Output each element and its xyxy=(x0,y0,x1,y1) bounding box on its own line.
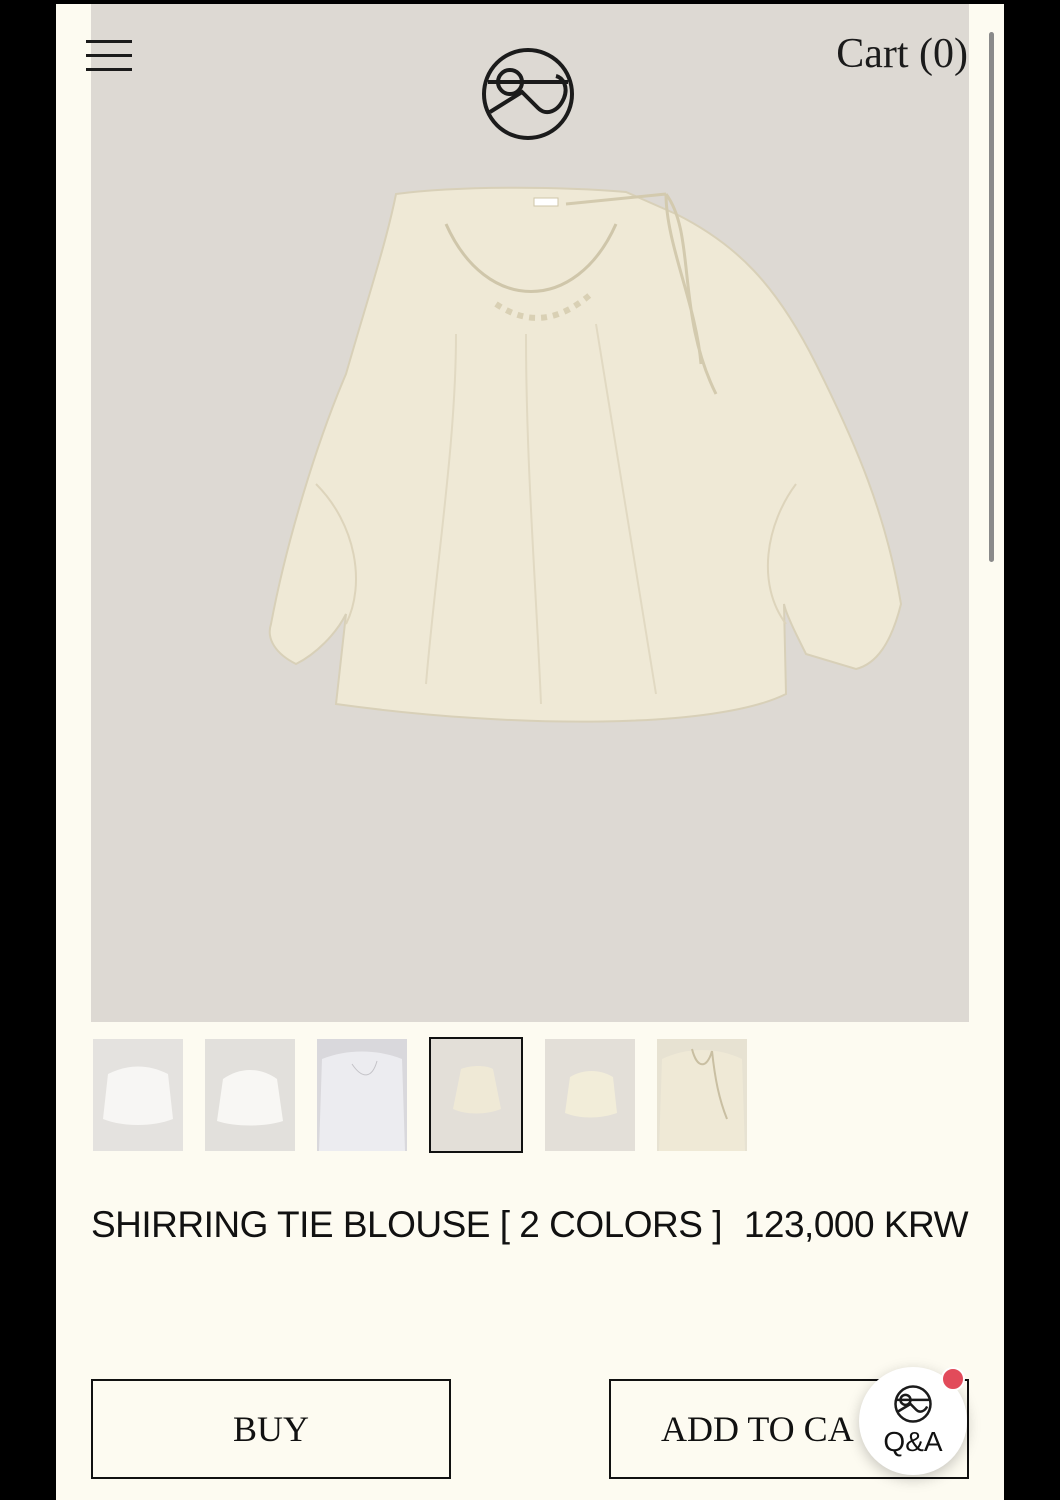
hamburger-menu-icon[interactable] xyxy=(86,38,132,74)
product-name: SHIRRING TIE BLOUSE [ 2 COLORS ] xyxy=(91,1204,722,1245)
cart-link[interactable]: Cart (0) xyxy=(836,30,968,78)
product-page: Cart (0) SHIRRING TIE BLOUSE [ 2 COLORS … xyxy=(56,4,1004,1500)
buy-button[interactable]: BUY xyxy=(91,1379,451,1479)
thumbnail-6[interactable] xyxy=(657,1039,747,1151)
product-main-image[interactable] xyxy=(91,4,969,1022)
thumbnail-2[interactable] xyxy=(205,1039,295,1151)
notification-badge xyxy=(941,1367,965,1391)
qa-floating-button[interactable]: Q&A xyxy=(859,1367,967,1475)
brand-logo-icon[interactable] xyxy=(480,32,576,156)
thumbnail-4-selected[interactable] xyxy=(429,1037,523,1153)
page-scrollbar[interactable] xyxy=(989,32,994,562)
thumbnail-strip xyxy=(93,1037,747,1153)
add-to-cart-label: ADD TO CA xyxy=(661,1409,854,1449)
thumbnail-3[interactable] xyxy=(317,1039,407,1151)
thumbnail-1[interactable] xyxy=(93,1039,183,1151)
qa-label: Q&A xyxy=(883,1426,943,1457)
qa-chat-icon xyxy=(894,1385,932,1423)
product-info: SHIRRING TIE BLOUSE [ 2 COLORS ] 123,000… xyxy=(91,1204,969,1246)
blouse-photo xyxy=(268,186,903,723)
product-price: 123,000 KRW xyxy=(743,1204,969,1245)
thumbnail-5[interactable] xyxy=(545,1039,635,1151)
